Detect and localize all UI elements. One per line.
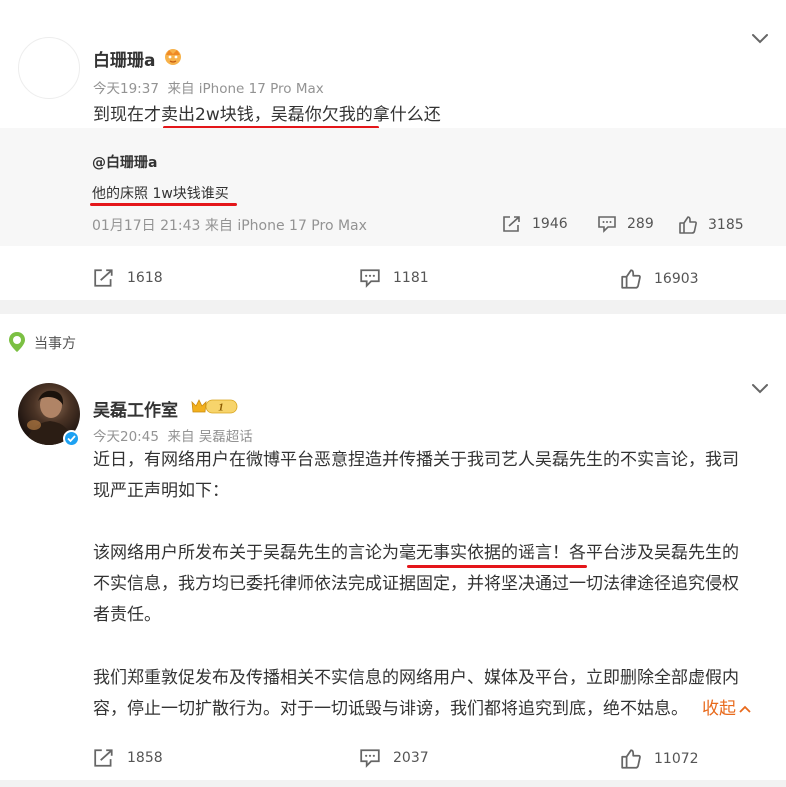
highlight-underline (90, 203, 237, 206)
repost-count: 1618 (127, 270, 163, 286)
highlight-underline (407, 565, 587, 568)
post-paragraph: 我们郑重敦促发布及传播相关不实信息的网络用户、媒体及平台，立即删除全部虚假内 容… (93, 663, 765, 725)
repost-button[interactable]: 1858 (93, 748, 163, 768)
quoted-comment-count: 289 (627, 216, 654, 232)
text-line: 我们郑重敦促发布及传播相关不实信息的网络用户、媒体及平台，立即删除全部虚假内 (93, 668, 739, 688)
share-arrow-icon (94, 749, 113, 767)
quoted-repost-count: 1946 (532, 216, 568, 232)
location-pin-icon (9, 332, 25, 352)
thumbs-up-icon (621, 269, 641, 289)
comment-bubble-icon (360, 269, 380, 288)
divider (0, 780, 786, 787)
quoted-text: 他的床照 1w块钱谁买 (92, 186, 229, 202)
quoted-like-button[interactable]: 3185 (678, 215, 744, 235)
post-paragraph: 该网络用户所发布关于吴磊先生的言论为毫无事实依据的谣言！各平台涉及吴磊先生的 不… (93, 538, 765, 631)
post-source: 来自 iPhone 17 Pro Max (167, 81, 324, 97)
chevron-down-icon[interactable] (750, 382, 770, 396)
crown-badge-icon (165, 49, 181, 65)
party-label: 当事方 (34, 336, 76, 352)
quoted-like-count: 3185 (708, 217, 744, 233)
author-name[interactable]: 吴磊工作室 (93, 396, 178, 421)
text-line-content: 容，停止一切扩散行为。对于一切诋毁与诽谤，我们都将追究到底，绝不姑息。 (93, 699, 688, 719)
quoted-repost-button[interactable]: 1946 (502, 215, 568, 233)
post-text: 到现在才卖出2w块钱，吴磊你欠我的拿什么还 (93, 105, 441, 125)
thumbs-up-icon (679, 216, 697, 234)
chevron-up-icon (739, 705, 751, 713)
divider (0, 300, 786, 314)
like-button[interactable]: 11072 (620, 748, 699, 770)
comment-bubble-icon (598, 216, 616, 233)
post-paragraph: 近日，有网络用户在微博平台恶意捏造并传播关于我司艺人吴磊先生的不实言论，我司 现… (93, 445, 765, 507)
share-arrow-icon (94, 269, 113, 287)
verified-badge-icon (63, 430, 80, 447)
post-time: 今天19:37 (93, 81, 159, 97)
text-line: 不实信息，我方均已委托律师依法完成证据固定，并将坚决通过一切法律途径追究侵权 (93, 574, 739, 594)
thumbs-up-icon (621, 749, 641, 769)
post-meta: 今天20:45 来自 吴磊超话 (93, 425, 253, 445)
post-source[interactable]: 来自 吴磊超话 (168, 429, 253, 445)
like-count: 11072 (654, 751, 699, 767)
post-time: 今天20:45 (93, 429, 159, 445)
text-line: 近日，有网络用户在微博平台恶意捏造并传播关于我司艺人吴磊先生的不实言论，我司 (93, 450, 739, 470)
repost-count: 1858 (127, 750, 163, 766)
share-arrow-icon (503, 216, 520, 232)
avatar[interactable] (18, 37, 80, 99)
text-line: 现严正声明如下： (93, 481, 229, 501)
chevron-down-icon[interactable] (750, 32, 770, 46)
quoted-comment-button[interactable]: 289 (597, 215, 654, 233)
comment-button[interactable]: 2037 (359, 748, 429, 768)
quoted-user[interactable]: @白珊珊a (92, 152, 157, 172)
like-count: 16903 (654, 271, 699, 287)
comment-bubble-icon (360, 749, 380, 768)
post-meta: 今天19:37 来自 iPhone 17 Pro Max (93, 77, 324, 97)
badge-level: 1 (218, 402, 224, 414)
like-button[interactable]: 16903 (620, 268, 699, 290)
quoted-meta: 01月17日 21:43 来自 iPhone 17 Pro Max (92, 218, 367, 234)
text-line: 容，停止一切扩散行为。对于一切诋毁与诽谤，我们都将追究到底，绝不姑息。 收起 (93, 694, 765, 725)
collapse-link[interactable]: 收起 (702, 699, 752, 719)
text-line: 者责任。 (93, 605, 161, 625)
comment-button[interactable]: 1181 (359, 268, 429, 288)
collapse-label: 收起 (702, 699, 736, 719)
comment-count: 2037 (393, 750, 429, 766)
level-badge-icon[interactable]: 1 (190, 397, 240, 416)
author-name[interactable]: 白珊珊a (93, 46, 155, 71)
repost-button[interactable]: 1618 (93, 268, 163, 288)
comment-count: 1181 (393, 270, 429, 286)
